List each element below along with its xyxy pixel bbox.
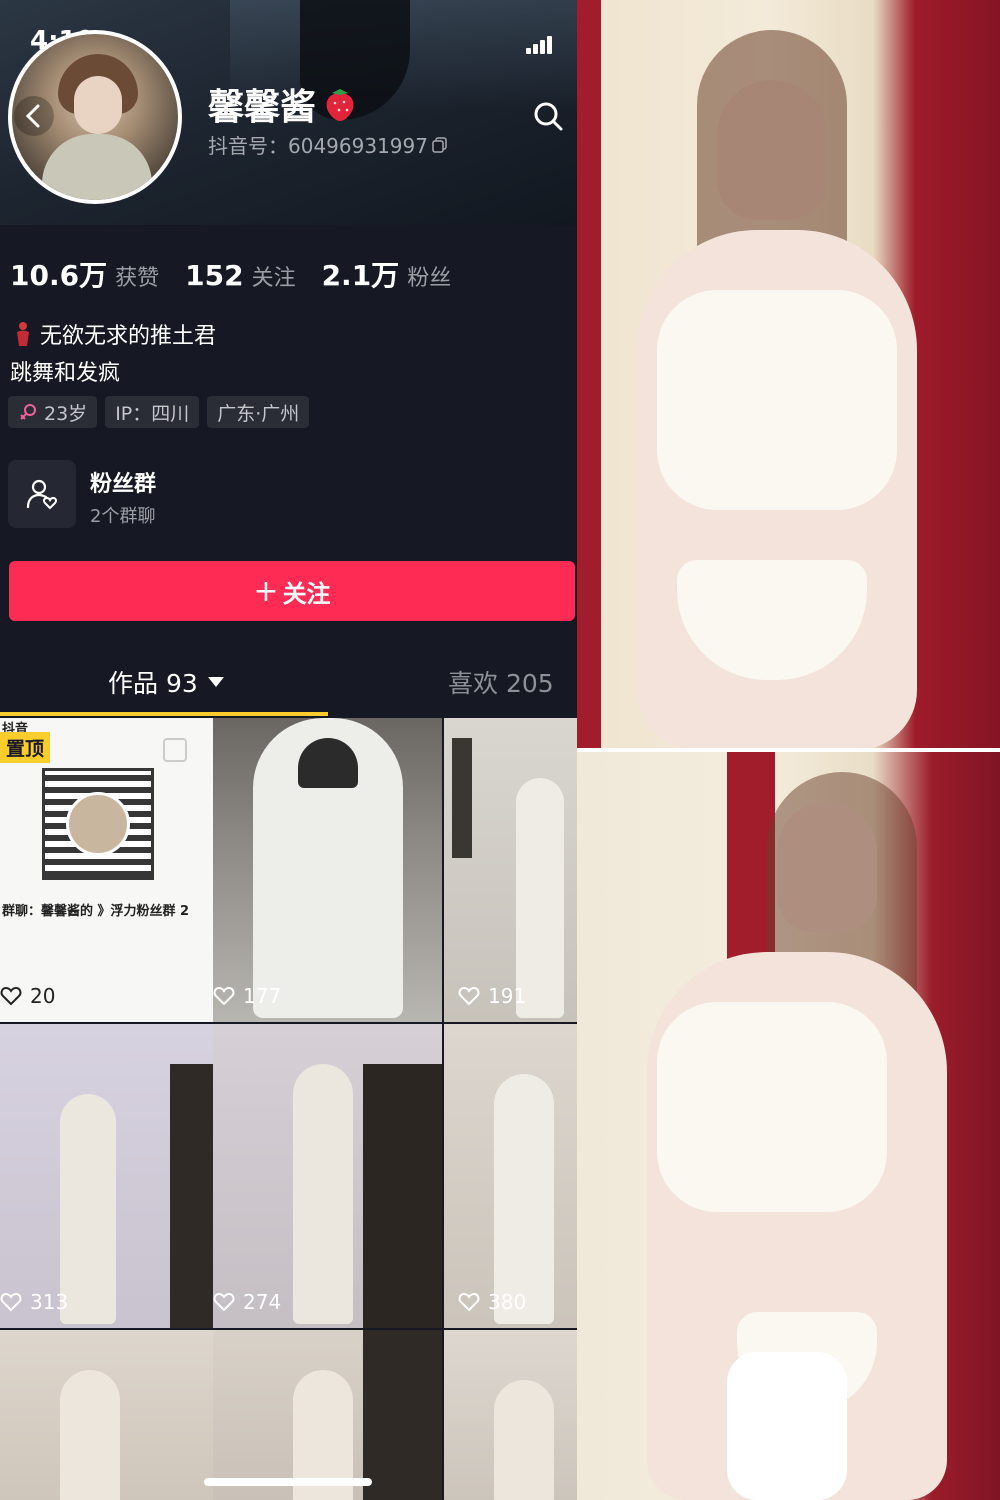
fan-group-title: 粉丝群 [90,472,157,497]
plus-icon: + [253,573,279,609]
video-thumbnail[interactable] [213,1330,442,1500]
copy-icon[interactable] [432,136,448,153]
qr-caption: 群聊：馨馨酱的 》浮力粉丝群 2 [2,904,190,919]
video-likes-count: 20 [30,984,56,1008]
tag-location: 广东·广州 [207,396,310,428]
composite-screenshot: 4:19 馨馨酱 抖音号：60496931997 [0,0,1000,1500]
video-likes-count: 177 [243,984,282,1008]
door-frame [452,738,472,858]
figure-lingerie-top [657,1002,887,1212]
stat-value: 10.6万 [10,259,108,292]
bio-line-1: 无欲无求的推土君 [10,318,216,350]
search-icon[interactable] [528,96,568,136]
bio-line-2: 跳舞和发疯 [10,361,121,386]
profile-name-row: 馨馨酱 [208,78,358,130]
figure-dress [494,1074,554,1324]
fan-group-entry[interactable]: 粉丝群 2个群聊 [8,460,568,528]
caret-down-icon [207,677,224,687]
video-likes: 313 [0,1290,68,1314]
stat-label: 关注 [251,266,296,291]
video-likes: 20 [0,984,55,1008]
video-thumbnail[interactable]: 274 [213,1024,442,1328]
video-thumbnail[interactable] [0,1330,229,1500]
follow-button-label: 关注 [282,579,331,608]
tab-likes[interactable]: 喜欢 205 [448,664,554,700]
content-tabs: 作品 93 喜欢 205 [0,650,577,718]
home-indicator[interactable] [204,1478,372,1486]
figure-lingerie-top [657,290,897,510]
bio-text-1: 无欲无求的推土君 [40,324,217,349]
tag-ip-text: IP：四川 [115,402,190,425]
avatar-face [74,76,122,134]
heart-icon [458,986,480,1006]
follow-button[interactable]: + 关注 [9,561,575,621]
figure-dress [494,1380,554,1500]
figure-stocking [727,1352,847,1500]
curtain [363,1064,442,1328]
profile-tags: 23岁 IP：四川 广东·广州 [8,396,310,428]
video-likes-count: 274 [243,1290,282,1314]
heart-icon [213,986,235,1006]
figure-dress [516,778,564,1018]
female-icon [20,404,36,420]
tag-ip: IP：四川 [105,396,200,428]
fan-group-icon [26,479,58,510]
stat-following[interactable]: 152 关注 [185,259,295,292]
person-emoji-icon [17,322,29,346]
video-likes-count: 313 [30,1290,69,1314]
video-thumbnail[interactable]: 380 [444,1024,577,1328]
video-likes-count: 380 [488,1290,527,1314]
photo-bottom [577,752,1000,1500]
video-likes: 380 [458,1290,526,1314]
stat-value: 2.1万 [321,259,400,292]
heart-icon [0,1292,22,1312]
douyin-id: 抖音号：60496931997 [208,134,428,158]
qr-avatar [66,792,130,856]
tab-indicator [0,712,328,716]
stat-label: 获赞 [115,266,160,291]
video-likes: 177 [213,984,281,1008]
profile-stats: 10.6万 获赞 152 关注 2.1万 粉丝 [10,254,477,294]
stat-value: 152 [185,259,244,292]
select-checkbox[interactable] [163,738,187,762]
red-pillar [577,0,601,748]
photo-top [577,0,1000,748]
profile-name: 馨馨酱 [208,87,317,128]
video-likes-count: 191 [488,984,527,1008]
profile-app: 4:19 馨馨酱 抖音号：60496931997 [0,0,577,1500]
figure-dress [60,1370,120,1500]
video-thumbnail[interactable]: 177 [213,718,442,1022]
pinned-badge: 置顶 [0,732,51,763]
curtain [363,1330,442,1500]
video-likes: 191 [458,984,526,1008]
back-icon [25,104,40,128]
stat-label: 粉丝 [407,266,452,291]
back-button[interactable] [14,96,54,136]
stat-likes[interactable]: 10.6万 获赞 [10,254,159,294]
figure-dress [293,1064,353,1324]
tag-age: 23岁 [8,396,98,428]
video-thumbnail[interactable]: 313 [0,1024,229,1328]
figure-dress [60,1094,116,1324]
fan-group-subtitle: 2个群聊 [90,506,156,527]
stat-followers[interactable]: 2.1万 粉丝 [322,254,452,294]
video-likes: 274 [213,1290,281,1314]
video-thumbnail[interactable]: 191 [444,718,577,1022]
avatar-body [42,134,152,200]
video-thumbnail[interactable] [444,1330,577,1500]
signal-icon [526,36,556,54]
video-thumbnail[interactable]: 抖音 置顶 群聊：馨馨酱的 》浮力粉丝群 2 20 [0,718,229,1022]
fan-group-icon-box [8,460,76,528]
tab-works-label: 作品 93 [108,669,198,698]
tab-works[interactable]: 作品 93 [108,664,224,700]
tag-age-text: 23岁 [44,402,88,425]
heart-icon [213,1292,235,1312]
strawberry-icon [326,89,354,121]
heart-icon [458,1292,480,1312]
tag-location-text: 广东·广州 [217,402,300,425]
heart-icon [0,986,22,1006]
douyin-id-row[interactable]: 抖音号：60496931997 [208,130,448,159]
